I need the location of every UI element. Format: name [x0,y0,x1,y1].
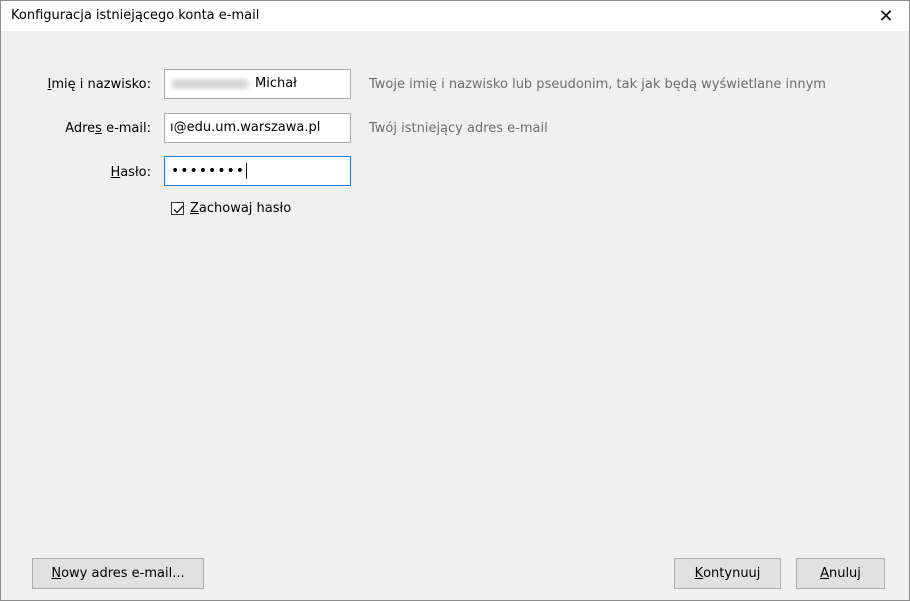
new-email-button[interactable]: Nowy adres e-mail... [32,558,204,589]
remember-password-checkbox[interactable] [171,202,184,215]
email-hint: Twój istniejący adres e-mail [369,121,548,136]
title-bar: Konfiguracja istniejącego konta e-mail ✕ [1,1,909,31]
password-label: Hasło: [110,165,151,180]
cancel-button[interactable]: Anuluj [796,558,885,589]
account-setup-dialog: Konfiguracja istniejącego konta e-mail ✕… [0,0,910,601]
text-caret [246,163,248,179]
remember-password-label: Zachowaj hasło [190,201,292,216]
name-label: Imię i nazwisko: [47,77,151,92]
email-field-value: ı@edu.um.warszawa.pl [170,120,321,135]
name-field[interactable]: Michał [164,69,351,99]
checkmark-icon [173,205,184,214]
close-icon[interactable]: ✕ [863,1,909,31]
dialog-title: Konfiguracja istniejącego konta e-mail [11,8,260,23]
email-label: Adres e-mail: [65,121,151,136]
password-field[interactable]: •••••••• [164,156,351,186]
redacted-surname [171,78,249,89]
password-field-value: •••••••• [171,163,246,179]
remember-password-row[interactable]: Zachowaj hasło [171,201,291,216]
email-field[interactable]: ı@edu.um.warszawa.pl [164,113,351,143]
name-hint: Twoje imię i nazwisko lub pseudonim, tak… [369,77,826,92]
continue-button[interactable]: Kontynuuj [674,558,781,589]
name-field-value: Michał [255,76,297,91]
